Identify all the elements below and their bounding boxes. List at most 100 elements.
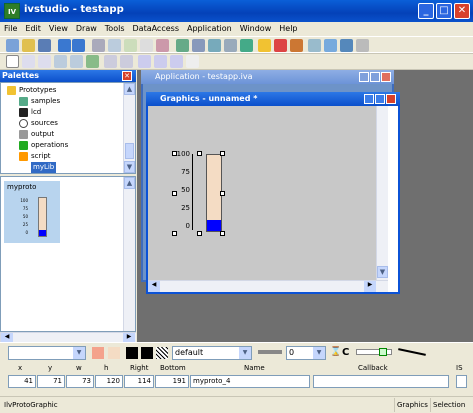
- selection-handle[interactable]: [220, 191, 225, 196]
- selection-handle[interactable]: [172, 151, 177, 156]
- menu-window[interactable]: Window: [236, 22, 276, 33]
- rect-tool-icon[interactable]: [38, 55, 51, 68]
- scroll-thumb[interactable]: [125, 143, 134, 159]
- tree-item-sources[interactable]: sources: [19, 118, 58, 129]
- menu-application[interactable]: Application: [183, 22, 236, 33]
- tree-item-lcd[interactable]: lcd: [19, 107, 41, 118]
- application-window-titlebar[interactable]: Application - testapp.iva: [141, 70, 394, 84]
- transform-icon[interactable]: [186, 55, 199, 68]
- layers-icon[interactable]: [224, 39, 237, 52]
- redo-icon[interactable]: [72, 39, 85, 52]
- selection-handle[interactable]: [197, 151, 202, 156]
- linewidth-combo[interactable]: 0 ▼: [286, 346, 326, 360]
- selection-handle[interactable]: [220, 151, 225, 156]
- pattern-swatch[interactable]: [141, 347, 153, 359]
- scroll-down-icon[interactable]: ▼: [377, 266, 388, 278]
- h-field[interactable]: 120: [95, 375, 123, 388]
- menu-tools[interactable]: Tools: [101, 22, 129, 33]
- test-icon[interactable]: [240, 39, 253, 52]
- selection-handle[interactable]: [172, 231, 177, 236]
- proto-vscroll[interactable]: ▲: [123, 177, 135, 331]
- tree-item-output[interactable]: output: [19, 129, 54, 140]
- gadget-tool-icon[interactable]: [86, 55, 99, 68]
- callback-field[interactable]: [313, 375, 449, 388]
- cut-icon[interactable]: [92, 39, 105, 52]
- align-icon[interactable]: [192, 39, 205, 52]
- graphics-min-icon[interactable]: [364, 94, 374, 104]
- selection-handle[interactable]: [172, 191, 177, 196]
- eraser-icon[interactable]: [156, 39, 169, 52]
- name-field[interactable]: myproto_4: [190, 375, 310, 388]
- paste-icon[interactable]: [124, 39, 137, 52]
- menu-dataaccess[interactable]: DataAccess: [129, 22, 184, 33]
- selection-handle[interactable]: [220, 231, 225, 236]
- crosshair-icon[interactable]: [22, 55, 35, 68]
- fg-color-swatch[interactable]: [126, 347, 138, 359]
- tree-item-mylib[interactable]: myLib: [31, 162, 57, 173]
- table-icon[interactable]: [324, 39, 337, 52]
- canvas-hscroll[interactable]: ◀ ▶: [148, 280, 388, 292]
- group-icon[interactable]: [208, 39, 221, 52]
- menu-help[interactable]: Help: [275, 22, 301, 33]
- scroll-left-icon[interactable]: ◀: [148, 281, 160, 292]
- gradient-slider[interactable]: [356, 348, 392, 356]
- graphics-close-icon[interactable]: [386, 94, 396, 104]
- arc-mode-icon[interactable]: C: [342, 347, 352, 359]
- scroll-down-icon[interactable]: ▼: [124, 161, 135, 173]
- y-field[interactable]: 71: [37, 375, 65, 388]
- select-arrow-icon[interactable]: [6, 55, 19, 68]
- graphics-window-titlebar[interactable]: Graphics - unnamed *: [146, 92, 400, 106]
- pan-hand-icon[interactable]: [120, 55, 133, 68]
- line-style-icon[interactable]: [258, 350, 282, 354]
- palette-combo[interactable]: ▼: [8, 346, 86, 360]
- scroll-up-icon[interactable]: ▲: [124, 83, 135, 95]
- menu-file[interactable]: File: [0, 22, 21, 33]
- chart-icon[interactable]: [274, 39, 287, 52]
- edit-icon[interactable]: [258, 39, 271, 52]
- fit-icon[interactable]: [170, 55, 183, 68]
- prototype-thumbnail[interactable]: myproto 100 75 50 25 0: [4, 181, 60, 243]
- script-icon[interactable]: [356, 39, 369, 52]
- x-field[interactable]: 41: [8, 375, 36, 388]
- tree-vscroll[interactable]: ▲ ▼: [123, 83, 135, 173]
- graphics-canvas[interactable]: 100 75 50 25 0 ▼: [148, 106, 388, 280]
- cap-style-icon[interactable]: ⌛: [330, 347, 341, 359]
- gear-icon[interactable]: [290, 39, 303, 52]
- tree-item-samples[interactable]: samples: [19, 96, 60, 107]
- tree-root[interactable]: Prototypes: [7, 85, 56, 96]
- is-checkbox[interactable]: [456, 375, 467, 388]
- w-field[interactable]: 73: [66, 375, 94, 388]
- new-icon[interactable]: [6, 39, 19, 52]
- panel-icon[interactable]: [308, 39, 321, 52]
- grid-icon[interactable]: [176, 39, 189, 52]
- slider-thumb[interactable]: [379, 348, 387, 356]
- scroll-right-icon[interactable]: ▶: [123, 333, 135, 342]
- image-tool-icon[interactable]: [54, 55, 67, 68]
- scroll-left-icon[interactable]: ◀: [1, 333, 13, 342]
- undo-icon[interactable]: [58, 39, 71, 52]
- proto-hscroll[interactable]: ◀ ▶: [0, 332, 136, 342]
- open-icon[interactable]: [22, 39, 35, 52]
- hatch-icon[interactable]: [156, 347, 168, 359]
- fill-color-swatch[interactable]: [92, 347, 104, 359]
- menu-edit[interactable]: Edit: [21, 22, 45, 33]
- menu-view[interactable]: View: [45, 22, 72, 33]
- maximize-button[interactable]: □: [436, 3, 452, 19]
- right-field[interactable]: 114: [124, 375, 154, 388]
- app-win-close-icon[interactable]: [381, 72, 391, 82]
- copy-icon[interactable]: [108, 39, 121, 52]
- canvas-vscroll[interactable]: ▼: [376, 106, 388, 280]
- minimize-button[interactable]: _: [418, 3, 434, 19]
- save-icon[interactable]: [38, 39, 51, 52]
- layout-icon[interactable]: [340, 39, 353, 52]
- bg-color-swatch[interactable]: [108, 347, 120, 359]
- close-button[interactable]: ✕: [454, 3, 470, 19]
- scroll-right-icon[interactable]: ▶: [364, 281, 376, 292]
- app-win-min-icon[interactable]: [359, 72, 369, 82]
- tree-item-script[interactable]: script: [19, 151, 51, 162]
- tree-item-operations[interactable]: operations: [19, 140, 68, 151]
- duplicate-icon[interactable]: [140, 39, 153, 52]
- zoom-in-icon[interactable]: [138, 55, 151, 68]
- help-tool-icon[interactable]: [70, 55, 83, 68]
- style-combo[interactable]: default ▼: [172, 346, 252, 360]
